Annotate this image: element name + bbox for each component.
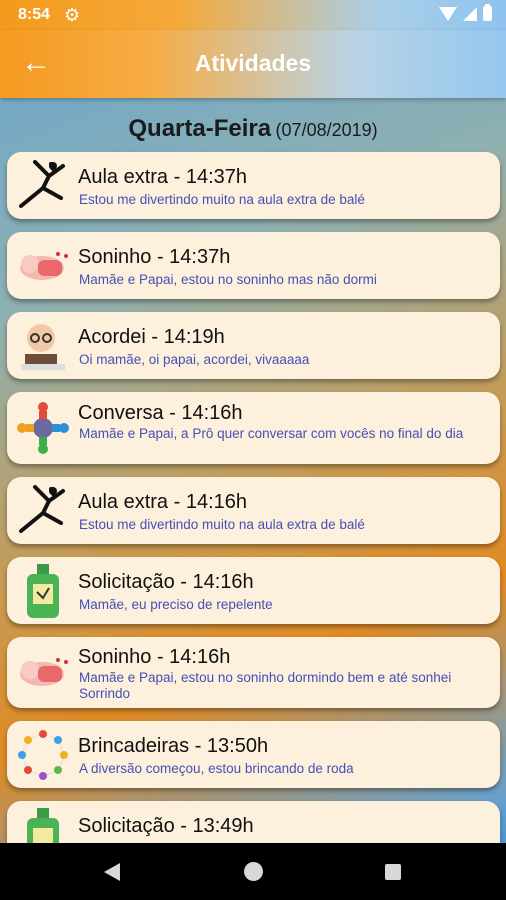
activity-description: Estou me divertindo muito na aula extra … xyxy=(79,192,365,207)
activity-description: A diversão começou, estou brincando de r… xyxy=(79,761,354,776)
activity-card[interactable]: Soninho - 14:16h Mamãe e Papai, estou no… xyxy=(7,637,500,708)
activity-card[interactable]: Acordei - 14:19h Oi mamãe, oi papai, aco… xyxy=(7,312,500,379)
activity-description: Mamãe e Papai, a Prô quer conversar com … xyxy=(79,426,464,441)
status-time: 8:54 xyxy=(18,6,51,23)
signal-icon xyxy=(463,6,477,21)
activity-title: Aula extra - 14:16h xyxy=(78,491,247,513)
page-title: Atividades xyxy=(194,50,312,76)
baby-reading-icon xyxy=(13,316,73,376)
activity-title: Solicitação - 13:49h xyxy=(78,815,254,837)
nav-back-icon[interactable] xyxy=(104,863,120,881)
activity-title: Brincadeiras - 13:50h xyxy=(78,735,269,757)
status-bar: 8:54 ⚙ xyxy=(0,0,506,30)
conversation-people-icon xyxy=(13,398,73,458)
ballet-dancer-icon xyxy=(13,481,73,541)
activity-description: Mamãe, eu preciso de repelente xyxy=(79,597,273,612)
status-icons xyxy=(439,4,492,21)
activity-title: Conversa - 14:16h xyxy=(78,402,243,424)
wifi-icon xyxy=(439,7,457,21)
activity-card[interactable]: Conversa - 14:16h Mamãe e Papai, a Prô q… xyxy=(7,392,500,464)
activity-title: Aula extra - 14:37h xyxy=(78,166,247,188)
ballet-dancer-icon xyxy=(13,156,73,216)
nav-recent-apps-icon[interactable] xyxy=(385,864,401,880)
day-header: Quarta-Feira (07/08/2019) xyxy=(0,115,506,143)
day-date: (07/08/2019) xyxy=(275,120,378,140)
system-nav-bar xyxy=(0,843,506,900)
activity-card[interactable]: Aula extra - 14:37h Estou me divertindo … xyxy=(7,152,500,219)
sleeping-baby-icon xyxy=(13,642,73,702)
activity-card[interactable]: Aula extra - 14:16h Estou me divertindo … xyxy=(7,477,500,544)
repellent-bottle-icon xyxy=(13,561,73,621)
activity-description: Mamãe e Papai, estou no soninho dormindo… xyxy=(79,670,452,701)
activity-title: Acordei - 14:19h xyxy=(78,326,225,348)
children-circle-icon xyxy=(13,725,73,785)
sleeping-baby-icon xyxy=(13,236,73,296)
activity-description: Mamãe e Papai, estou no soninho mas não … xyxy=(79,272,377,287)
activity-description: Oi mamãe, oi papai, acordei, vivaaaaa xyxy=(79,352,310,367)
activity-title: Soninho - 14:37h xyxy=(78,246,231,268)
activity-card[interactable]: Solicitação - 14:16h Mamãe, eu preciso d… xyxy=(7,557,500,624)
gear-icon: ⚙ xyxy=(64,5,81,25)
activity-card[interactable]: Soninho - 14:37h Mamãe e Papai, estou no… xyxy=(7,232,500,299)
app-bar: ← Atividades xyxy=(0,30,506,98)
activity-card[interactable]: Brincadeiras - 13:50h A diversão começou… xyxy=(7,721,500,788)
activity-title: Soninho - 14:16h xyxy=(78,646,231,668)
battery-icon xyxy=(483,4,492,21)
nav-home-icon[interactable] xyxy=(244,862,263,881)
activity-title: Solicitação - 14:16h xyxy=(78,571,254,593)
activity-description: Estou me divertindo muito na aula extra … xyxy=(79,517,365,532)
day-name: Quarta-Feira xyxy=(128,115,272,142)
